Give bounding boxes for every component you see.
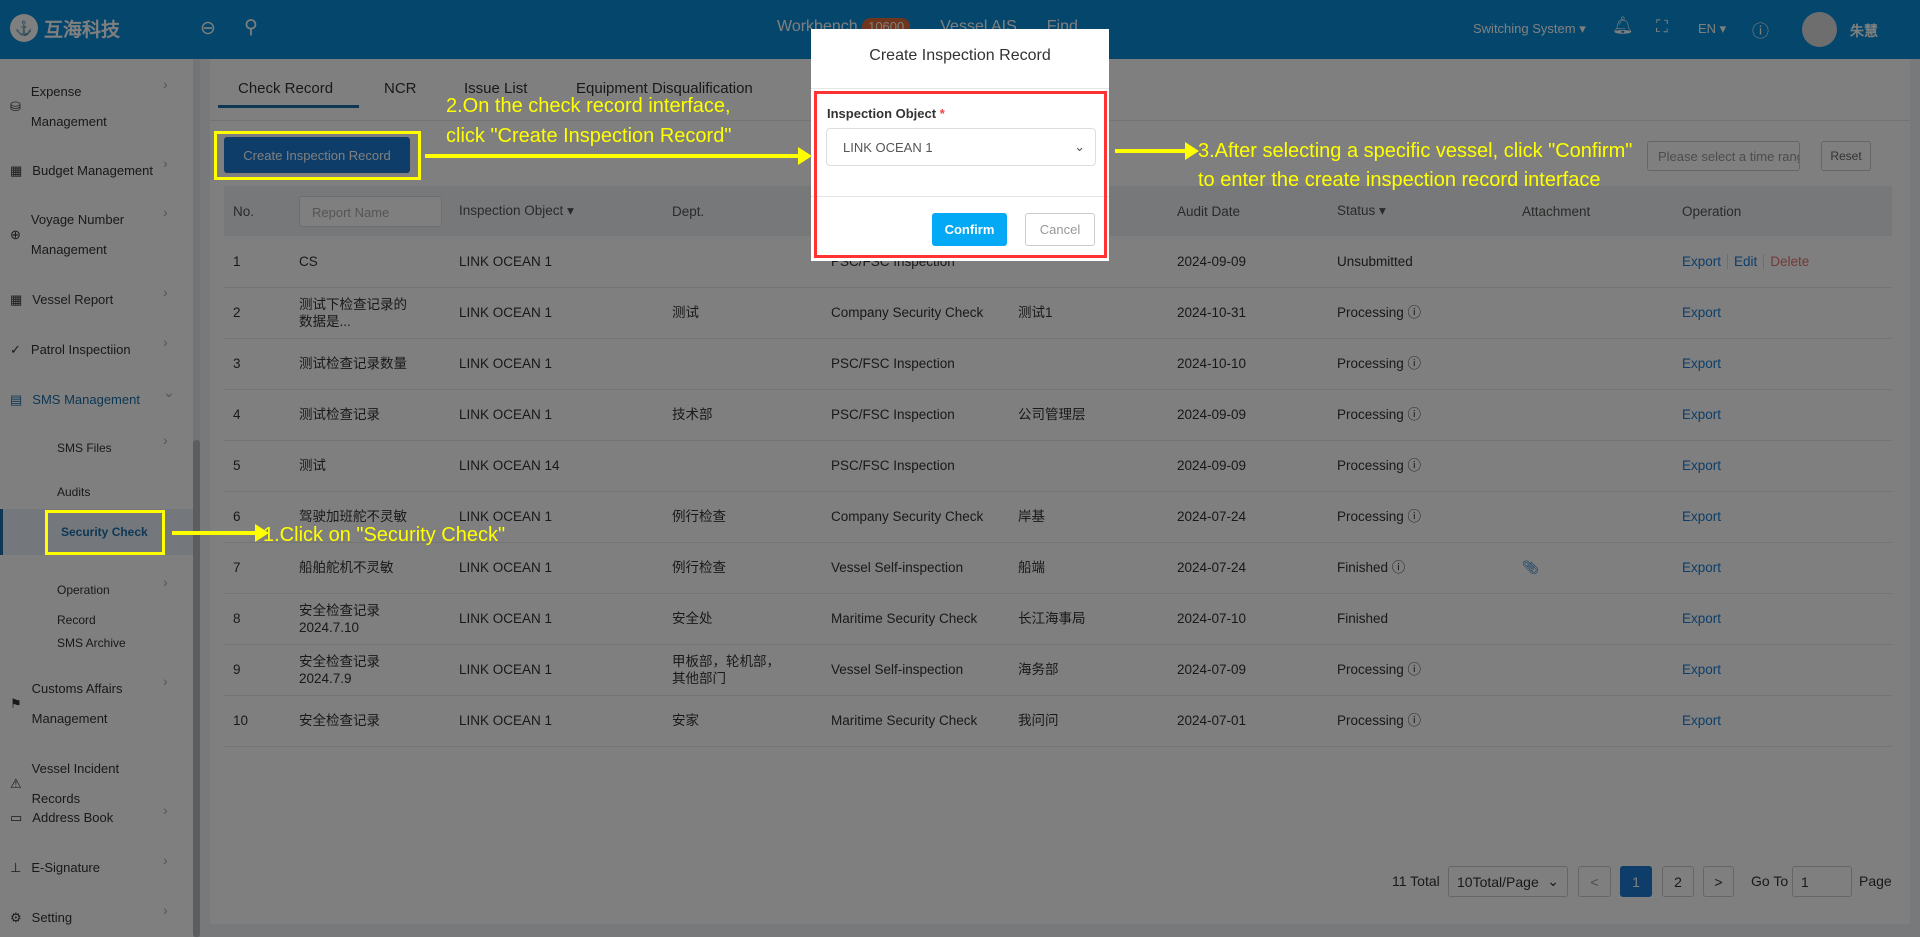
annotation-step2-line2: click "Create Inspection Record" (446, 125, 732, 147)
arrow-step2 (425, 147, 812, 165)
annotation-step3-line2: to enter the create inspection record in… (1198, 169, 1601, 191)
highlight-security-check (45, 510, 165, 555)
create-inspection-modal: Create Inspection Record Inspection Obje… (811, 29, 1109, 261)
modal-title: Create Inspection Record (869, 47, 1051, 64)
annotation-step1: 1.Click on "Security Check" (263, 524, 506, 546)
arrow-step3 (1115, 142, 1199, 160)
arrow-step1 (172, 524, 269, 542)
highlight-box (814, 91, 1107, 258)
annotation-step2-line1: 2.On the check record interface, (446, 95, 731, 117)
annotation-step3-line1: 3.After selecting a specific vessel, cli… (1198, 140, 1633, 162)
highlight-create-button (214, 131, 421, 180)
divider (811, 88, 1109, 89)
